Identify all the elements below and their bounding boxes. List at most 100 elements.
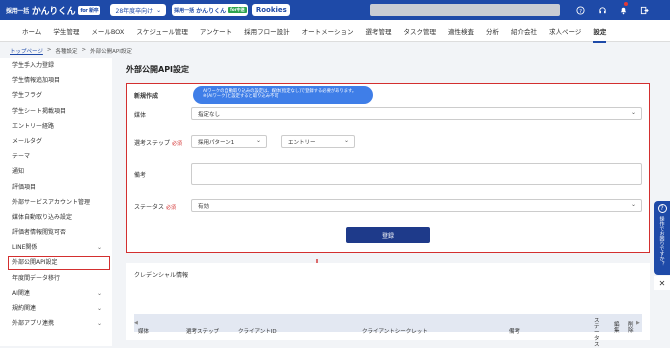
promo-small-text: 採用一括: [174, 7, 195, 14]
sidebar-item-label: 外部アプリ連携: [12, 320, 55, 328]
sidebar-item-label: AI関連: [12, 289, 30, 297]
sidebar-item-external-apps[interactable]: 外部アプリ連携 ⌄: [0, 316, 112, 331]
account-bar[interactable]: [370, 4, 560, 16]
chevron-down-icon: ⌄: [96, 320, 102, 328]
sidebar-item-evaluation[interactable]: 評価項目: [0, 180, 112, 195]
chevron-down-icon: ⌄: [630, 201, 636, 208]
logo-badge: for 新卒: [78, 5, 101, 15]
nav-students[interactable]: 学生管理: [53, 26, 79, 36]
rookies-link[interactable]: Rookies: [252, 4, 291, 16]
headset-icon[interactable]: [596, 4, 608, 16]
promo-badge: for中途: [228, 7, 247, 13]
scroll-right-icon[interactable]: ▶: [636, 320, 640, 326]
sidebar-item-student-flags[interactable]: 学生フラグ: [0, 88, 112, 103]
sidebar-item-label: テーマ: [12, 153, 31, 161]
sidebar-item-ai[interactable]: AI関連 ⌄: [0, 286, 112, 301]
nav-mailbox[interactable]: メールBOX: [91, 26, 124, 36]
sidebar-item-label: 外部サービスアカウント管理: [12, 198, 91, 206]
col-note: 備考: [509, 329, 521, 335]
midcareer-app-link[interactable]: 採用一括 かんりくん for中途: [172, 4, 249, 16]
help-side-tab[interactable]: ? 操作でお困りですか？: [654, 201, 670, 275]
grad-year-select[interactable]: 28年度卒向け ⌄: [110, 4, 167, 16]
chevron-down-icon: ⌄: [96, 244, 102, 252]
notification-dot: [624, 2, 628, 6]
page-title: 外部公開API設定: [126, 65, 190, 74]
nav-agencies[interactable]: 紹介会社: [511, 26, 537, 36]
chevron-down-icon: ⌄: [96, 289, 102, 297]
nav-schedule[interactable]: スケジュール管理: [136, 26, 188, 36]
nav-job-page[interactable]: 求人ページ: [549, 26, 581, 36]
col-step: 選考ステップ: [186, 329, 220, 335]
nav-home[interactable]: ホーム: [22, 26, 41, 36]
required-badge: 必須: [166, 205, 177, 211]
nav-analytics[interactable]: 分析: [486, 26, 499, 36]
sidebar-item-notifications[interactable]: 通知: [0, 164, 112, 179]
status-label: ステータス 必須: [134, 202, 176, 211]
col-client-secret: クライアントシークレット: [362, 329, 428, 335]
pattern-select[interactable]: 採用パターン1 ⌄: [191, 135, 267, 148]
help-side-tab-label: 操作でお困りですか？: [658, 216, 665, 266]
settings-sidebar: 学生手入力登録 学生情報追加項目 学生フラグ 学生シート掲載項目 エントリー経路…: [0, 58, 112, 346]
col-edit: 編集: [614, 322, 620, 334]
breadcrumb-settings[interactable]: 各種設定: [56, 47, 78, 55]
tip-line-2: ※[AIワーク]と設定すると取り込み不可: [203, 94, 279, 99]
sidebar-item-label: 年度間データ移行: [12, 274, 61, 282]
sidebar-item-label: LINE関係: [12, 244, 38, 252]
sidebar-item-label: 学生情報追加項目: [12, 77, 61, 85]
promo-main-text: かんりくん: [196, 7, 227, 15]
nav-aptitude[interactable]: 適性検査: [448, 26, 474, 36]
close-icon[interactable]: ✕: [654, 276, 670, 290]
scroll-left-icon[interactable]: ◀: [134, 320, 138, 326]
pattern-select-value: 採用パターン1: [198, 139, 235, 146]
register-button[interactable]: 登録: [346, 227, 430, 243]
status-select-value: 有効: [198, 203, 210, 210]
new-section-label: 新規作成: [134, 93, 159, 100]
sidebar-item-label: 学生フラグ: [12, 92, 43, 100]
sidebar-item-external-api[interactable]: 外部公開API設定: [7, 255, 111, 271]
breadcrumb-separator: >: [81, 47, 87, 53]
chevron-down-icon: ⌄: [630, 109, 636, 116]
nav-selection[interactable]: 選考管理: [365, 26, 391, 36]
sidebar-item-sheet-items[interactable]: 学生シート掲載項目: [0, 104, 112, 119]
entry-step-select[interactable]: エントリー ⌄: [281, 135, 355, 148]
nav-tasks[interactable]: タスク管理: [403, 26, 436, 36]
sidebar-item-manual-entry[interactable]: 学生手入力登録: [0, 58, 112, 73]
help-icon[interactable]: ?: [574, 4, 586, 16]
sidebar-item-label: 学生シート掲載項目: [12, 107, 67, 115]
col-delete: 削除: [628, 322, 634, 334]
sidebar-item-label: 通知: [12, 168, 25, 176]
logout-icon[interactable]: [638, 4, 650, 16]
breadcrumb-separator: >: [46, 47, 52, 53]
col-media: 媒体: [138, 329, 150, 335]
breadcrumb-top[interactable]: トップページ: [10, 47, 43, 55]
sidebar-item-student-fields[interactable]: 学生情報追加項目: [0, 73, 112, 88]
sidebar-item-terms[interactable]: 規約関連 ⌄: [0, 301, 112, 316]
sidebar-item-external-accounts[interactable]: 外部サービスアカウント管理: [0, 195, 112, 210]
media-select[interactable]: 指定なし ⌄: [191, 107, 642, 120]
sidebar-item-theme[interactable]: テーマ: [0, 149, 112, 164]
sidebar-item-label: エントリー経路: [12, 122, 55, 130]
status-select[interactable]: 有効 ⌄: [191, 199, 642, 212]
nav-survey[interactable]: アンケート: [200, 26, 232, 36]
nav-automation[interactable]: オートメーション: [302, 26, 354, 36]
import-tip-tooltip: AIワークの自動取り込みの設定は、媒体[指定なし]で登録する必要があります。 ※…: [193, 86, 373, 104]
sidebar-item-entry-routes[interactable]: エントリー経路: [0, 119, 112, 134]
sidebar-item-label: 規約関連: [12, 305, 37, 312]
sidebar-item-auto-import[interactable]: 媒体自動取り込み設定: [0, 210, 112, 225]
step-label: 選考ステップ 必須: [134, 138, 182, 147]
note-label: 備考: [134, 172, 147, 179]
logo-small-text: 採用一括: [6, 7, 29, 15]
note-textarea[interactable]: [191, 163, 642, 185]
chevron-down-icon: ⌄: [96, 305, 102, 312]
sidebar-item-evaluator-visibility[interactable]: 評価者情報閲覧可否: [0, 225, 112, 240]
nav-settings[interactable]: 設定: [593, 26, 607, 43]
rookies-label: Rookies: [255, 6, 287, 14]
sidebar-item-year-migration[interactable]: 年度間データ移行: [0, 271, 112, 286]
app-logo[interactable]: 採用一括 かんりくん for 新卒: [6, 4, 101, 17]
sidebar-item-line[interactable]: LINE関係 ⌄: [0, 240, 112, 255]
nav-flow-design[interactable]: 採用フロー設計: [244, 26, 290, 36]
chevron-down-icon: ⌄: [255, 137, 261, 144]
sidebar-item-label: 学生手入力登録: [12, 62, 55, 69]
bell-icon[interactable]: [617, 4, 629, 16]
sidebar-item-mail-tags[interactable]: メールタグ: [0, 134, 112, 149]
